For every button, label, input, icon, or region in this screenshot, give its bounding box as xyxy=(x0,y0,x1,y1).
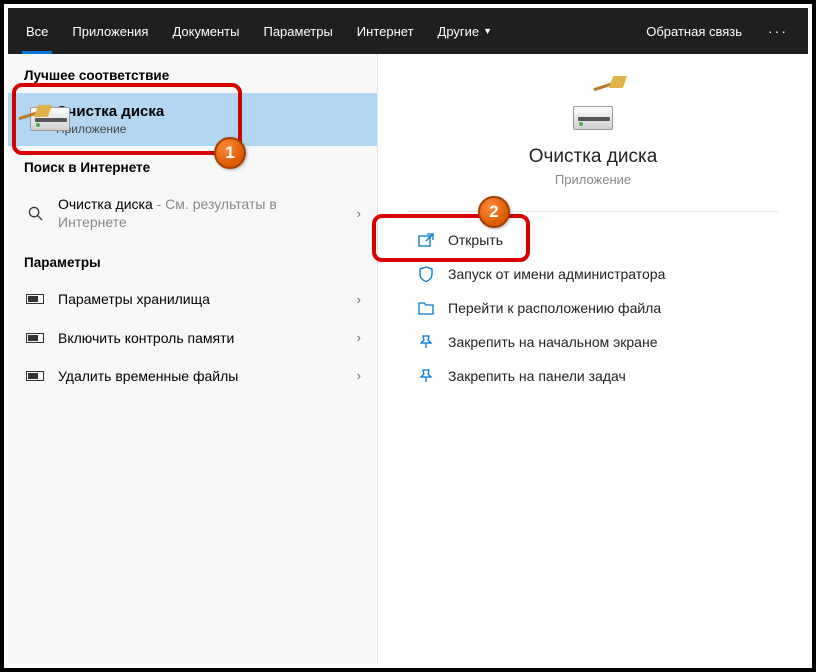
settings-item-temp[interactable]: Удалить временные файлы › xyxy=(8,357,377,395)
web-result-query: Очистка диска xyxy=(58,196,153,212)
web-result-item[interactable]: Очистка диска - См. результаты в Интерне… xyxy=(8,185,377,241)
results-panel: Лучшее соответствие Очистка диска Прилож… xyxy=(8,54,378,664)
tab-docs[interactable]: Документы xyxy=(160,8,251,54)
top-result-subtitle: Приложение xyxy=(56,122,164,136)
settings-item-sense[interactable]: Включить контроль памяти › xyxy=(8,319,377,357)
settings-item-label: Включить контроль памяти xyxy=(58,329,349,347)
search-icon xyxy=(24,206,46,221)
chevron-right-icon[interactable]: › xyxy=(349,206,361,221)
settings-item-storage[interactable]: Параметры хранилища › xyxy=(8,280,377,318)
settings-item-label: Параметры хранилища xyxy=(58,290,349,308)
web-result-text: Очистка диска - См. результаты в Интерне… xyxy=(58,195,349,231)
section-web-search: Поиск в Интернете xyxy=(8,146,377,185)
top-result-title: Очистка диска xyxy=(56,103,164,120)
tab-settings[interactable]: Параметры xyxy=(251,8,344,54)
preview-panel: Очистка диска Приложение Открыть 2 xyxy=(378,54,808,664)
action-open[interactable]: Открыть xyxy=(408,224,778,256)
app-subtitle: Приложение xyxy=(408,172,778,187)
tab-web[interactable]: Интернет xyxy=(345,8,426,54)
action-run-admin[interactable]: Запуск от имени администратора xyxy=(408,258,778,290)
disk-cleanup-icon xyxy=(20,109,48,131)
shield-icon xyxy=(416,266,436,282)
feedback-link[interactable]: Обратная связь xyxy=(634,8,754,54)
action-list: Открыть 2 Запуск от имени администратора… xyxy=(378,212,808,406)
section-best-match: Лучшее соответствие xyxy=(8,54,377,93)
tab-apps[interactable]: Приложения xyxy=(60,8,160,54)
action-pin-taskbar[interactable]: Закрепить на панели задач xyxy=(408,360,778,392)
window-frame: Все Приложения Документы Параметры Интер… xyxy=(0,0,816,672)
top-result-item[interactable]: Очистка диска Приложение xyxy=(8,93,377,146)
window-inner: Все Приложения Документы Параметры Интер… xyxy=(8,8,808,664)
search-header: Все Приложения Документы Параметры Интер… xyxy=(8,8,808,54)
app-title: Очистка диска xyxy=(408,146,778,168)
action-label: Открыть xyxy=(448,232,503,248)
action-label: Перейти к расположению файла xyxy=(448,300,661,316)
tab-all[interactable]: Все xyxy=(14,8,60,54)
tab-more-label: Другие xyxy=(438,24,480,39)
chevron-right-icon[interactable]: › xyxy=(349,292,361,307)
section-settings: Параметры xyxy=(8,241,377,280)
annotation-badge-1: 1 xyxy=(214,137,246,169)
storage-icon xyxy=(24,333,46,343)
pin-icon xyxy=(416,368,436,384)
content-body: Лучшее соответствие Очистка диска Прилож… xyxy=(8,54,808,664)
action-label: Запуск от имени администратора xyxy=(448,266,665,282)
action-pin-start[interactable]: Закрепить на начальном экране xyxy=(408,326,778,358)
action-label: Закрепить на панели задач xyxy=(448,368,626,384)
tab-more[interactable]: Другие ▼ xyxy=(426,8,505,54)
chevron-down-icon: ▼ xyxy=(483,26,492,36)
annotation-badge-2: 2 xyxy=(478,196,510,228)
action-file-location[interactable]: Перейти к расположению файла xyxy=(408,292,778,324)
storage-icon xyxy=(24,371,46,381)
settings-item-label: Удалить временные файлы xyxy=(58,367,349,385)
action-label: Закрепить на начальном экране xyxy=(448,334,658,350)
open-icon xyxy=(416,232,436,248)
more-options-icon[interactable]: ··· xyxy=(754,23,802,39)
chevron-right-icon[interactable]: › xyxy=(349,330,361,345)
storage-icon xyxy=(24,294,46,304)
disk-cleanup-icon xyxy=(563,80,623,130)
chevron-right-icon[interactable]: › xyxy=(349,368,361,383)
pin-icon xyxy=(416,334,436,350)
folder-icon xyxy=(416,300,436,316)
app-hero: Очистка диска Приложение xyxy=(408,80,778,212)
